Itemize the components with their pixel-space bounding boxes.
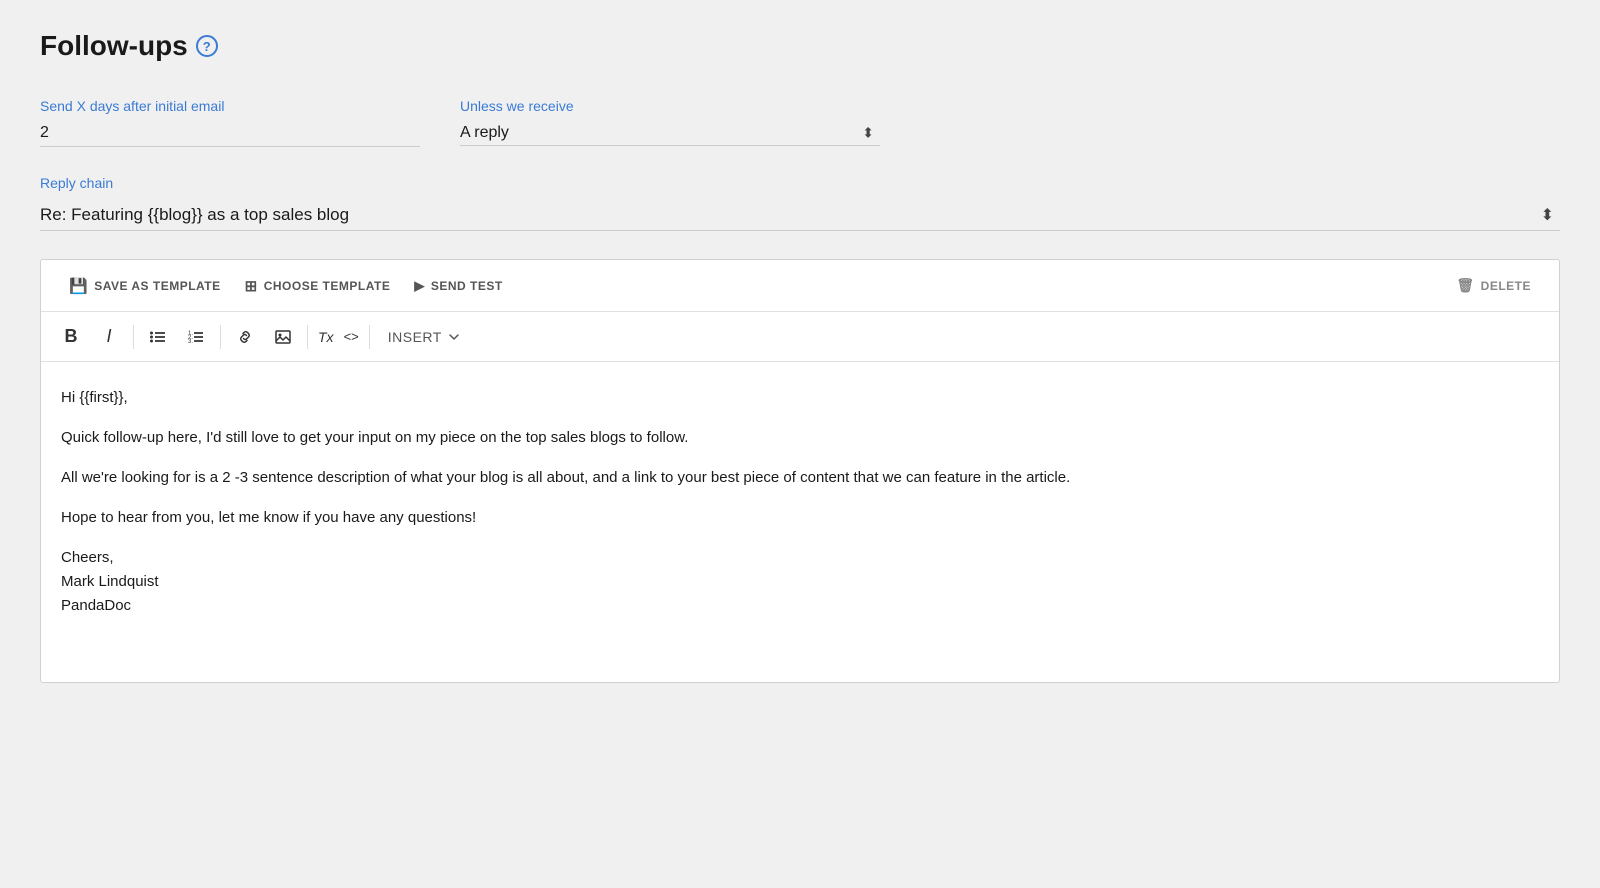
insert-label: INSERT bbox=[388, 329, 442, 345]
unless-receive-wrapper: A reply An open A click Nothing ⬍ bbox=[460, 120, 880, 146]
numbered-list-button[interactable]: 1. 2. 3. bbox=[178, 319, 214, 355]
insert-dropdown-button[interactable]: INSERT bbox=[376, 323, 472, 351]
editor-toolbar-format: B I 1. 2. 3. bbox=[41, 312, 1559, 362]
reply-chain-wrapper: Re: Featuring {{blog}} as a top sales bl… bbox=[40, 199, 1560, 231]
email-line-4: Hope to hear from you, let me know if yo… bbox=[61, 506, 1539, 530]
send-days-input[interactable] bbox=[40, 120, 420, 147]
email-line-3: All we're looking for is a 2 -3 sentence… bbox=[61, 466, 1539, 490]
page-title: Follow-ups bbox=[40, 30, 188, 62]
format-separator-4 bbox=[369, 325, 370, 349]
editor-toolbar-top: 💾 SAVE AS TEMPLATE ⊞ CHOOSE TEMPLATE ▶ S… bbox=[41, 260, 1559, 312]
svg-text:3.: 3. bbox=[188, 339, 193, 345]
unless-receive-select[interactable]: A reply An open A click Nothing bbox=[460, 120, 880, 146]
settings-row: Send X days after initial email Unless w… bbox=[40, 98, 1560, 147]
image-button[interactable] bbox=[265, 319, 301, 355]
format-separator-1 bbox=[133, 325, 134, 349]
choose-template-button[interactable]: ⊞ CHOOSE TEMPLATE bbox=[233, 269, 403, 303]
clear-format-label: Tx bbox=[318, 329, 334, 345]
email-signature: Cheers, Mark Lindquist PandaDoc bbox=[61, 546, 1539, 618]
italic-button[interactable]: I bbox=[91, 319, 127, 355]
save-template-label: SAVE AS TEMPLATE bbox=[94, 279, 220, 293]
email-body[interactable]: Hi {{first}}, Quick follow-up here, I'd … bbox=[41, 362, 1559, 682]
help-icon[interactable]: ? bbox=[196, 35, 218, 57]
page-title-section: Follow-ups ? bbox=[40, 30, 1560, 62]
send-test-icon: ▶ bbox=[414, 278, 425, 294]
save-template-button[interactable]: 💾 SAVE AS TEMPLATE bbox=[57, 269, 233, 303]
insert-chevron-icon bbox=[448, 331, 460, 343]
delete-button[interactable]: 🗑 DELETE bbox=[1444, 269, 1543, 302]
bullet-list-button[interactable] bbox=[140, 319, 176, 355]
reply-chain-select[interactable]: Re: Featuring {{blog}} as a top sales bl… bbox=[40, 199, 1560, 230]
email-line-1: Hi {{first}}, bbox=[61, 386, 1539, 410]
send-test-label: SEND TEST bbox=[431, 279, 503, 293]
code-label: <> bbox=[344, 329, 359, 344]
email-line-2: Quick follow-up here, I'd still love to … bbox=[61, 426, 1539, 450]
code-button[interactable]: <> bbox=[340, 319, 363, 355]
clear-format-button[interactable]: Tx bbox=[314, 319, 338, 355]
delete-icon: 🗑 bbox=[1456, 277, 1474, 294]
save-template-icon: 💾 bbox=[69, 277, 88, 295]
send-test-button[interactable]: ▶ SEND TEST bbox=[402, 270, 514, 302]
format-separator-3 bbox=[307, 325, 308, 349]
unless-receive-group: Unless we receive A reply An open A clic… bbox=[460, 98, 880, 146]
bold-button[interactable]: B bbox=[53, 319, 89, 355]
email-sig-company: PandaDoc bbox=[61, 597, 131, 614]
reply-chain-label: Reply chain bbox=[40, 175, 1560, 191]
send-days-group: Send X days after initial email bbox=[40, 98, 420, 147]
email-editor: 💾 SAVE AS TEMPLATE ⊞ CHOOSE TEMPLATE ▶ S… bbox=[40, 259, 1560, 683]
unless-receive-label: Unless we receive bbox=[460, 98, 880, 114]
send-days-label: Send X days after initial email bbox=[40, 98, 420, 114]
choose-template-label: CHOOSE TEMPLATE bbox=[264, 279, 391, 293]
format-separator-2 bbox=[220, 325, 221, 349]
email-sig-name: Mark Lindquist bbox=[61, 573, 159, 590]
choose-template-icon: ⊞ bbox=[245, 277, 258, 295]
reply-chain-section: Reply chain Re: Featuring {{blog}} as a … bbox=[40, 175, 1560, 231]
email-sig-cheers: Cheers, bbox=[61, 549, 114, 566]
link-button[interactable] bbox=[227, 319, 263, 355]
delete-label: DELETE bbox=[1481, 279, 1531, 293]
